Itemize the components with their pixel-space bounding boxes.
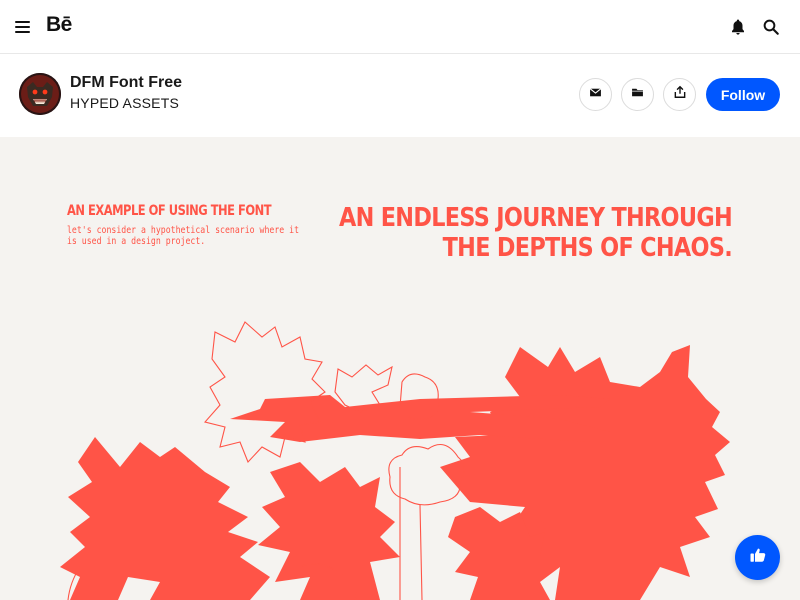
behance-logo[interactable]: Bē (46, 13, 72, 37)
save-to-collection-button[interactable] (621, 78, 654, 111)
artwork-heading-right: AN ENDLESS JOURNEY THROUGH THE DEPTHS OF… (338, 203, 733, 263)
bell-icon[interactable] (726, 15, 750, 39)
search-icon[interactable] (759, 15, 783, 39)
message-button[interactable] (579, 78, 612, 111)
artwork-heading-left: AN EXAMPLE OF USING THE FONT (67, 203, 272, 219)
share-button[interactable] (663, 78, 696, 111)
appreciate-button[interactable] (735, 535, 780, 580)
project-artwork: AN EXAMPLE OF USING THE FONT let's consi… (0, 137, 800, 600)
thumbs-up-icon (749, 546, 767, 569)
project-title: DFM Font Free (70, 74, 182, 91)
artwork-heading-right-line1: AN ENDLESS JOURNEY THROUGH (338, 203, 733, 233)
share-icon (673, 85, 687, 104)
artwork-body-left: let's consider a hypothetical scenario w… (67, 225, 300, 247)
folder-icon (631, 86, 644, 104)
artwork-heading-right-line2: THE DEPTHS OF CHAOS. (442, 233, 733, 263)
project-header: DFM Font Free HYPED ASSETS Follow (0, 55, 800, 137)
menu-icon[interactable] (13, 17, 33, 37)
follow-button[interactable]: Follow (706, 78, 780, 111)
owner-avatar[interactable] (19, 73, 61, 115)
top-navigation-bar: Bē (0, 0, 800, 54)
mail-icon (589, 86, 602, 104)
project-owner-link[interactable]: HYPED ASSETS (70, 95, 179, 111)
